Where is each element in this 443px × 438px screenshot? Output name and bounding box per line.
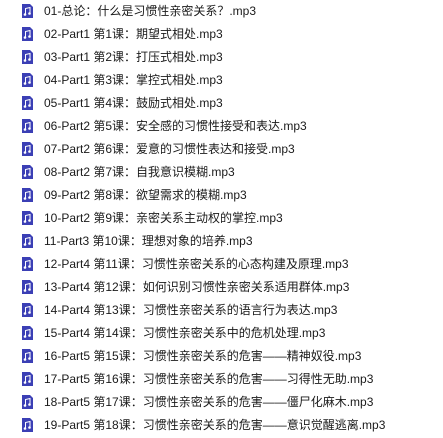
audio-file-icon (22, 395, 33, 409)
file-row[interactable]: 12-Part4 第11课：习惯性亲密关系的心态构建及原理.mp3 (0, 253, 443, 276)
file-row[interactable]: 16-Part5 第15课：习惯性亲密关系的危害——精神奴役.mp3 (0, 345, 443, 368)
file-name: 08-Part2 第7课：自我意识模糊.mp3 (44, 165, 235, 179)
file-row[interactable]: 02-Part1 第1课：期望式相处.mp3 (0, 23, 443, 46)
file-name: 17-Part5 第16课：习惯性亲密关系的危害——习得性无助.mp3 (44, 372, 374, 386)
audio-file-icon (22, 119, 33, 133)
audio-file-icon (22, 349, 33, 363)
file-row[interactable]: 08-Part2 第7课：自我意识模糊.mp3 (0, 161, 443, 184)
file-name: 12-Part4 第11课：习惯性亲密关系的心态构建及原理.mp3 (44, 257, 349, 271)
file-row[interactable]: 18-Part5 第17课：习惯性亲密关系的危害——僵尸化麻木.mp3 (0, 391, 443, 414)
audio-file-icon (22, 188, 33, 202)
audio-file-icon (22, 418, 33, 432)
file-row[interactable]: 14-Part4 第13课：习惯性亲密关系的语言行为表达.mp3 (0, 299, 443, 322)
file-name: 06-Part2 第5课：安全感的习惯性接受和表达.mp3 (44, 119, 307, 133)
file-name: 09-Part2 第8课：欲望需求的模糊.mp3 (44, 188, 247, 202)
file-list: 01-总论：什么是习惯性亲密关系？.mp3 02-Part1 第1课：期望式相处… (0, 0, 443, 438)
file-name: 04-Part1 第3课：掌控式相处.mp3 (44, 73, 223, 87)
file-name: 10-Part2 第9课：亲密关系主动权的掌控.mp3 (44, 211, 283, 225)
audio-file-icon (22, 280, 33, 294)
file-name: 07-Part2 第6课：爱意的习惯性表达和接受.mp3 (44, 142, 295, 156)
file-name: 14-Part4 第13课：习惯性亲密关系的语言行为表达.mp3 (44, 303, 338, 317)
file-name: 01-总论：什么是习惯性亲密关系？.mp3 (44, 4, 257, 18)
file-row[interactable]: 15-Part4 第14课：习惯性亲密关系中的危机处理.mp3 (0, 322, 443, 345)
file-name: 15-Part4 第14课：习惯性亲密关系中的危机处理.mp3 (44, 326, 326, 340)
audio-file-icon (22, 165, 33, 179)
audio-file-icon (22, 4, 33, 18)
audio-file-icon (22, 50, 33, 64)
audio-file-icon (22, 234, 33, 248)
file-row[interactable]: 11-Part3 第10课：理想对象的培养.mp3 (0, 230, 443, 253)
file-name: 05-Part1 第4课：鼓励式相处.mp3 (44, 96, 223, 110)
file-row[interactable]: 06-Part2 第5课：安全感的习惯性接受和表达.mp3 (0, 115, 443, 138)
file-row[interactable]: 04-Part1 第3课：掌控式相处.mp3 (0, 69, 443, 92)
file-name: 16-Part5 第15课：习惯性亲密关系的危害——精神奴役.mp3 (44, 349, 362, 363)
audio-file-icon (22, 96, 33, 110)
file-name: 11-Part3 第10课：理想对象的培养.mp3 (44, 234, 253, 248)
file-row[interactable]: 13-Part4 第12课：如何识别习惯性亲密关系适用群体.mp3 (0, 276, 443, 299)
file-row[interactable]: 19-Part5 第18课：习惯性亲密关系的危害——意识觉醒逃离.mp3 (0, 414, 443, 437)
file-row[interactable]: 01-总论：什么是习惯性亲密关系？.mp3 (0, 0, 443, 23)
audio-file-icon (22, 142, 33, 156)
file-name: 13-Part4 第12课：如何识别习惯性亲密关系适用群体.mp3 (44, 280, 350, 294)
file-name: 19-Part5 第18课：习惯性亲密关系的危害——意识觉醒逃离.mp3 (44, 418, 386, 432)
file-row[interactable]: 03-Part1 第2课：打压式相处.mp3 (0, 46, 443, 69)
file-row[interactable]: 07-Part2 第6课：爱意的习惯性表达和接受.mp3 (0, 138, 443, 161)
audio-file-icon (22, 73, 33, 87)
audio-file-icon (22, 326, 33, 340)
file-row[interactable]: 17-Part5 第16课：习惯性亲密关系的危害——习得性无助.mp3 (0, 368, 443, 391)
audio-file-icon (22, 27, 33, 41)
file-row[interactable]: 09-Part2 第8课：欲望需求的模糊.mp3 (0, 184, 443, 207)
audio-file-icon (22, 257, 33, 271)
file-name: 03-Part1 第2课：打压式相处.mp3 (44, 50, 223, 64)
file-name: 18-Part5 第17课：习惯性亲密关系的危害——僵尸化麻木.mp3 (44, 395, 374, 409)
file-row[interactable]: 10-Part2 第9课：亲密关系主动权的掌控.mp3 (0, 207, 443, 230)
file-name: 02-Part1 第1课：期望式相处.mp3 (44, 27, 223, 41)
file-row[interactable]: 05-Part1 第4课：鼓励式相处.mp3 (0, 92, 443, 115)
audio-file-icon (22, 303, 33, 317)
audio-file-icon (22, 211, 33, 225)
audio-file-icon (22, 372, 33, 386)
